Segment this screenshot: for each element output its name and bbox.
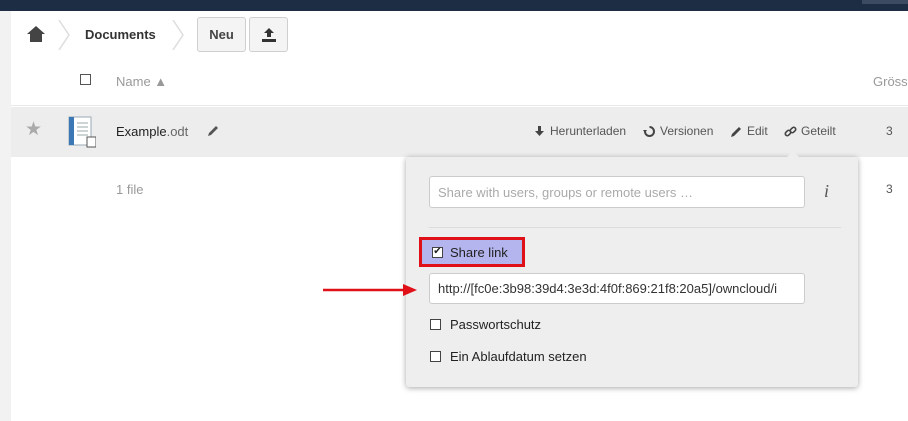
download-icon xyxy=(535,125,544,136)
dropdown-pointer xyxy=(786,151,800,158)
breadcrumb-documents[interactable]: Documents xyxy=(85,27,156,42)
file-name[interactable]: Example.odt xyxy=(116,124,188,139)
rename-pencil-icon[interactable] xyxy=(206,124,220,138)
share-link-label: Share link xyxy=(450,244,508,260)
home-icon[interactable] xyxy=(25,23,47,45)
share-link-url-field[interactable]: http://[fc0e:3b98:39d4:3e3d:4f0f:869:21f… xyxy=(429,273,805,304)
history-icon xyxy=(643,125,655,137)
left-strip xyxy=(0,11,11,421)
expiry-option[interactable]: Ein Ablaufdatum setzen xyxy=(430,349,587,364)
star-icon[interactable]: ★ xyxy=(25,120,42,139)
divider xyxy=(429,227,841,228)
breadcrumb-separator xyxy=(172,20,184,50)
pencil-icon xyxy=(731,126,741,137)
select-all-checkbox[interactable] xyxy=(80,74,91,85)
table-row[interactable]: ★ Example.odt Herunterladen Versionen Ed… xyxy=(11,107,908,157)
shared-label: Geteilt xyxy=(801,124,836,138)
shared-action[interactable]: Geteilt xyxy=(784,124,836,138)
versions-label: Versionen xyxy=(660,124,714,138)
expiry-label: Ein Ablaufdatum setzen xyxy=(450,349,587,364)
download-label: Herunterladen xyxy=(550,124,627,138)
file-basename: Example xyxy=(116,124,167,139)
share-search-input[interactable]: Share with users, groups or remote users… xyxy=(429,176,805,208)
password-option[interactable]: Passwortschutz xyxy=(430,317,541,332)
info-icon[interactable]: i xyxy=(824,181,829,202)
upload-icon xyxy=(261,27,276,42)
top-bar xyxy=(0,0,908,11)
edit-label: Edit xyxy=(747,124,768,138)
upload-button[interactable] xyxy=(249,17,288,52)
file-count-summary: 1 file xyxy=(116,182,144,197)
file-extension: .odt xyxy=(166,124,189,139)
share-link-checkbox[interactable]: ✔ xyxy=(432,246,443,258)
edit-action[interactable]: Edit xyxy=(730,124,768,138)
summary-size: 3 xyxy=(886,182,893,196)
breadcrumb-separator xyxy=(58,20,70,50)
password-checkbox[interactable] xyxy=(430,319,441,330)
download-action[interactable]: Herunterladen xyxy=(533,124,626,138)
share-link-option[interactable]: ✔ Share link xyxy=(419,237,525,267)
table-header: Name ▲ Gröss xyxy=(11,59,908,106)
link-icon xyxy=(784,125,797,137)
file-size: 3 xyxy=(886,124,893,138)
breadcrumb: Documents Neu xyxy=(11,11,908,59)
annotation-arrow-icon xyxy=(323,284,417,296)
document-file-icon xyxy=(68,116,96,148)
share-dropdown: Share with users, groups or remote users… xyxy=(406,151,858,387)
new-button[interactable]: Neu xyxy=(197,17,246,52)
top-bar-notch xyxy=(862,0,908,4)
expiry-checkbox[interactable] xyxy=(430,351,441,362)
versions-action[interactable]: Versionen xyxy=(643,124,713,138)
column-size-header[interactable]: Gröss xyxy=(873,74,908,89)
column-name-header[interactable]: Name ▲ xyxy=(116,74,167,89)
password-label: Passwortschutz xyxy=(450,317,542,332)
